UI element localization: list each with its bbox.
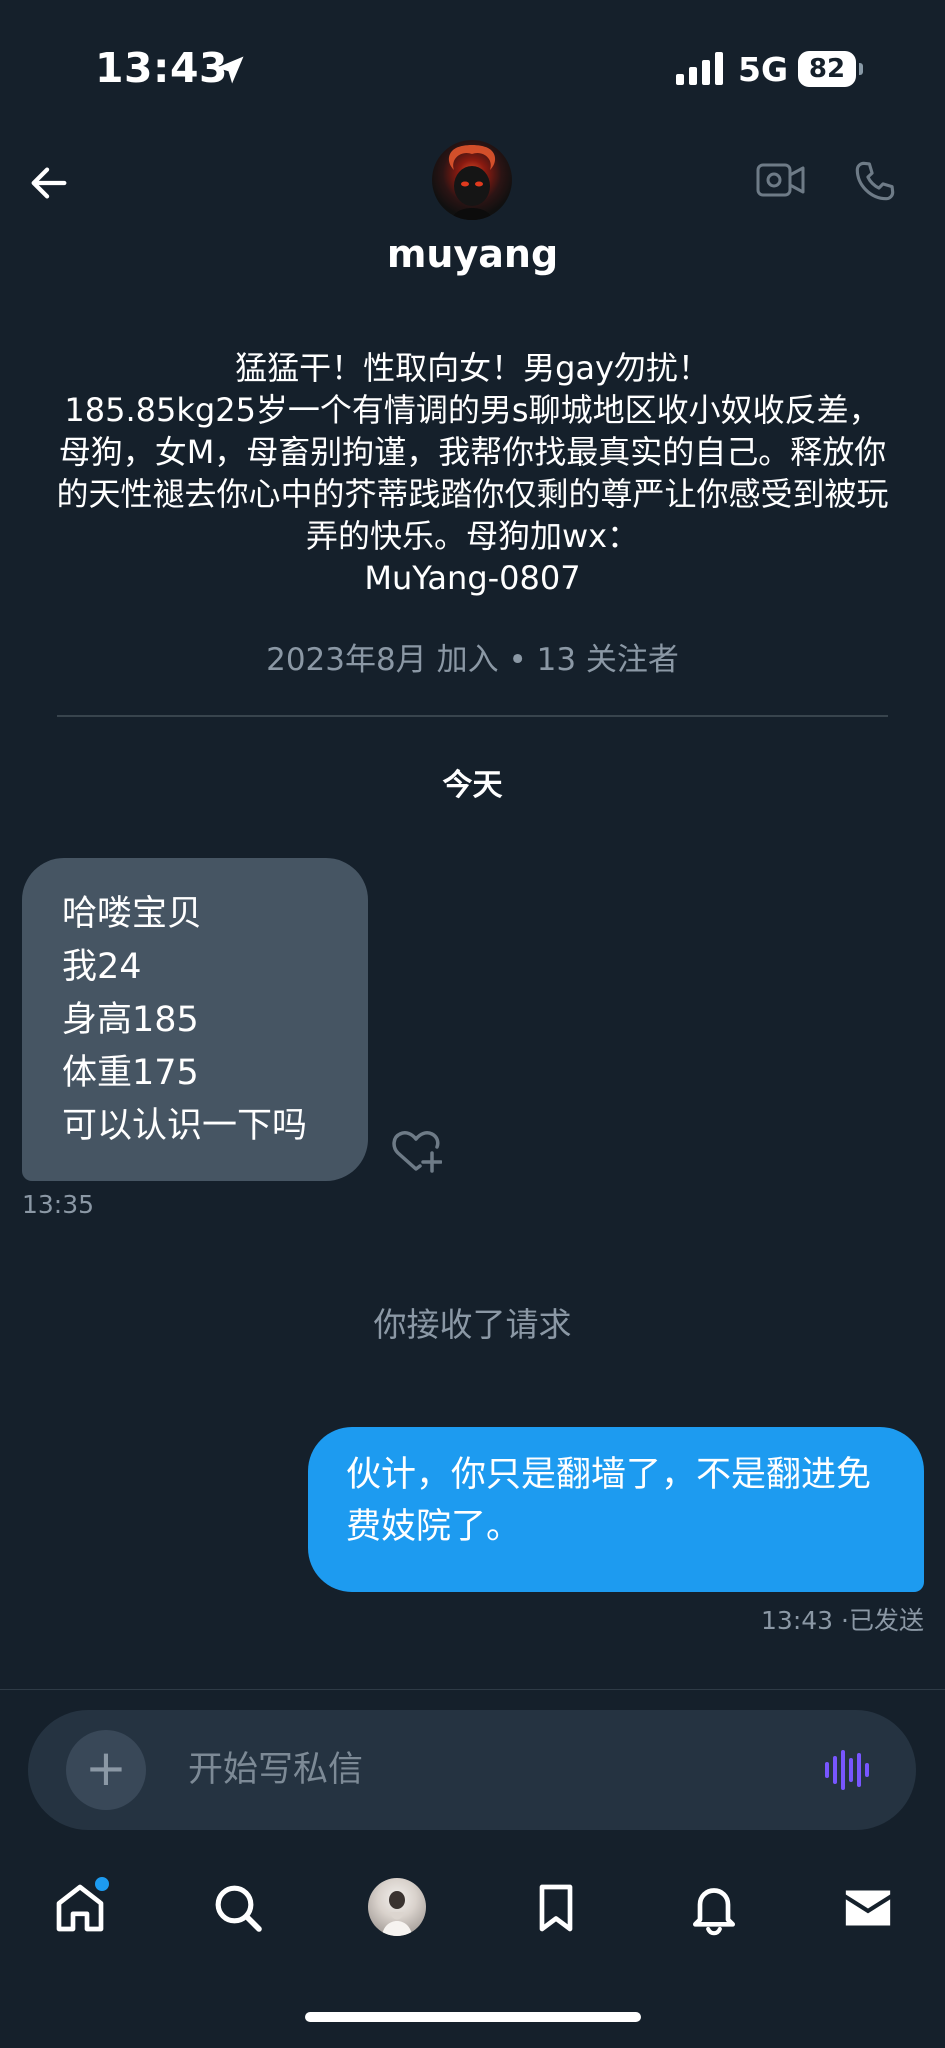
network-type: 5G — [738, 50, 789, 89]
home-indicator — [305, 2012, 641, 2022]
add-media-button[interactable]: + — [66, 1730, 146, 1810]
message-line: 我24 — [62, 947, 142, 987]
search-tab-icon[interactable] — [210, 1880, 266, 1936]
battery-indicator: 82 — [798, 51, 864, 87]
status-time: 13:43 — [95, 44, 229, 92]
home-notification-dot — [92, 1874, 112, 1894]
outgoing-status: 13:43 ·已发送 — [761, 1601, 924, 1637]
message-line: 哈喽宝贝 — [62, 894, 203, 934]
message-line: 可以认识一下吗 — [62, 1106, 308, 1146]
message-composer: + 开始写私信 — [28, 1710, 916, 1830]
messages-tab-icon[interactable] — [840, 1880, 896, 1936]
status-separator: · — [841, 1606, 849, 1635]
composer-divider — [0, 1689, 945, 1690]
message-line: 体重175 — [62, 1053, 199, 1093]
system-message: 你接收了请求 — [373, 1305, 572, 1344]
profile-avatar-image — [382, 1891, 412, 1936]
video-call-icon[interactable] — [755, 157, 807, 203]
profile-meta: 2023年8月 加入 • 13 关注者 — [0, 634, 945, 679]
back-arrow-icon[interactable] — [26, 160, 72, 206]
phone-call-icon[interactable] — [850, 155, 900, 207]
battery-level: 82 — [798, 51, 856, 87]
outgoing-message-bubble[interactable]: 伙计，你只是翻墙了，不是翻进免费妓院了。 — [308, 1427, 924, 1592]
cellular-signal-icon — [676, 52, 723, 85]
location-arrow-icon — [216, 56, 244, 84]
notifications-tab-icon[interactable] — [686, 1880, 742, 1936]
battery-cap — [859, 63, 863, 75]
profile-bio: 猛猛干！性取向女！男gay勿扰！ 185.85kg25岁一个有情调的男s聊城地区… — [56, 349, 889, 597]
profile-tab-avatar[interactable] — [368, 1878, 426, 1936]
voice-message-icon[interactable] — [824, 1748, 872, 1792]
incoming-message-bubble[interactable]: 哈喽宝贝 我24 身高185 体重175 可以认识一下吗 — [22, 858, 368, 1181]
bookmarks-tab-icon[interactable] — [528, 1880, 584, 1936]
outgoing-timestamp: 13:43 — [761, 1606, 834, 1635]
meta-separator: • — [508, 642, 527, 678]
sent-status: 已发送 — [848, 1606, 924, 1635]
incoming-timestamp: 13:35 — [22, 1190, 95, 1219]
contact-username[interactable]: muyang — [0, 232, 945, 276]
joined-date: 2023年8月 加入 — [266, 642, 499, 678]
add-reaction-heart-icon[interactable] — [390, 1126, 442, 1174]
avatar-image — [448, 145, 496, 220]
date-separator: 今天 — [442, 768, 503, 803]
message-input[interactable]: 开始写私信 — [188, 1710, 788, 1830]
message-text: 伙计，你只是翻墙了，不是翻进免费妓院了。 — [346, 1455, 872, 1547]
contact-avatar[interactable] — [432, 140, 512, 220]
section-divider — [57, 715, 888, 717]
follower-count[interactable]: 13 关注者 — [537, 642, 679, 678]
message-line: 身高185 — [62, 1000, 199, 1040]
